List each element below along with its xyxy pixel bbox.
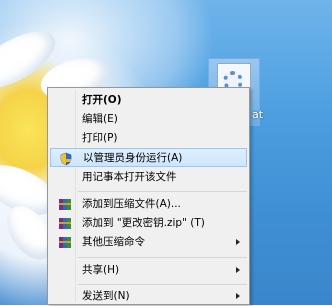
submenu-arrow-icon <box>236 293 240 299</box>
menu-item-open-with-notepad[interactable]: 用记事本打开该文件 <box>50 168 247 187</box>
menu-item-label: 打开(O) <box>82 94 122 106</box>
menu-item-label: 其他压缩命令 <box>82 236 145 248</box>
menu-item-label: 以管理员身份运行(A) <box>83 152 183 164</box>
menu-item-add-to-zip[interactable]: 添加到 "更改密钥.zip" (T) <box>50 214 247 233</box>
menu-item-label: 共享(H) <box>82 264 120 276</box>
menu-item-open[interactable]: 打开(O) <box>50 91 247 110</box>
menu-separator <box>78 284 247 285</box>
winrar-icon <box>58 198 72 211</box>
context-menu: 打开(O) 编辑(E) 打印(P) 以管理员身份运行(A) 用记事本打开该文件 <box>47 87 250 305</box>
uac-shield-icon <box>59 152 73 166</box>
menu-item-run-as-admin[interactable]: 以管理员身份运行(A) <box>50 148 247 167</box>
submenu-arrow-icon <box>236 267 240 273</box>
menu-item-label: 发送到(N) <box>82 290 130 302</box>
menu-item-send-to[interactable]: 发送到(N) <box>50 287 247 306</box>
menu-item-share[interactable]: 共享(H) <box>50 261 247 280</box>
menu-separator <box>78 191 247 192</box>
menu-item-add-to-archive[interactable]: 添加到压缩文件(A)... <box>50 195 247 214</box>
menu-item-print[interactable]: 打印(P) <box>50 129 247 148</box>
menu-item-label: 用记事本打开该文件 <box>82 171 177 183</box>
file-label[interactable]: at <box>252 108 263 121</box>
menu-item-other-compress[interactable]: 其他压缩命令 <box>50 233 247 252</box>
menu-separator <box>78 257 247 258</box>
menu-item-label: 添加到 "更改密钥.zip" (T) <box>82 217 205 229</box>
menu-item-edit[interactable]: 编辑(E) <box>50 110 247 129</box>
menu-item-label: 编辑(E) <box>82 113 118 125</box>
winrar-icon <box>58 217 72 230</box>
submenu-arrow-icon <box>236 239 240 245</box>
winrar-icon <box>58 236 72 249</box>
menu-item-label: 打印(P) <box>82 132 118 144</box>
menu-item-label: 添加到压缩文件(A)... <box>82 198 181 210</box>
